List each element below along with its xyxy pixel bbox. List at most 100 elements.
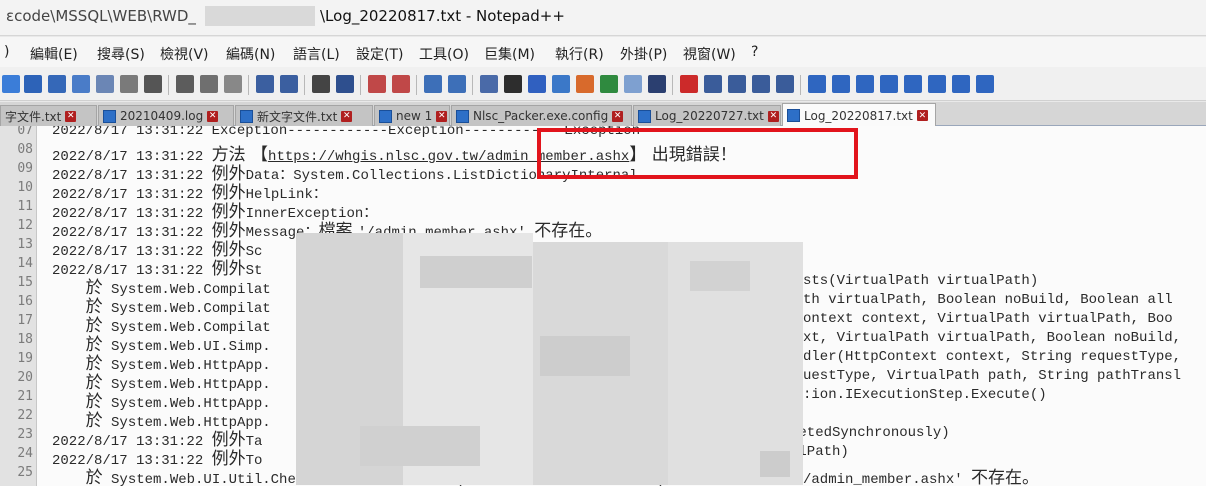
file-icon	[456, 109, 469, 123]
save-icon[interactable]	[48, 75, 66, 93]
paste-icon[interactable]	[224, 75, 242, 93]
line-number: 19	[17, 351, 33, 366]
word-wrap-icon[interactable]	[480, 75, 498, 93]
close-all-icon[interactable]	[120, 75, 138, 93]
line-number: 07	[17, 126, 33, 138]
tab-label: new 1	[396, 109, 433, 123]
close-tab-icon[interactable]: ✕	[341, 110, 353, 122]
indent-guide-icon[interactable]	[528, 75, 546, 93]
line-number: 11	[17, 199, 33, 214]
redo-icon[interactable]	[280, 75, 298, 93]
compare-lines-icon[interactable]	[832, 75, 850, 93]
tab-new-text-file[interactable]: 字文件.txt ✕	[0, 105, 97, 126]
menu-item-settings[interactable]: 設定(T)	[356, 44, 403, 64]
zoom-in-icon[interactable]	[368, 75, 386, 93]
line-number: 20	[17, 370, 33, 385]
save-all-icon[interactable]	[72, 75, 90, 93]
menu-item-encoding[interactable]: 編碼(N)	[226, 44, 275, 64]
copy-icon[interactable]	[200, 75, 218, 93]
doc-map-icon[interactable]	[576, 75, 594, 93]
show-all-chars-icon[interactable]	[504, 75, 522, 93]
last-diff-icon[interactable]	[952, 75, 970, 93]
code-fragment: /admin_member.ashx' 不存在。	[803, 468, 1040, 486]
code-fragment: :ion.IExecutionStep.Execute()	[803, 387, 1047, 403]
menu-item-macro[interactable]: 巨集(M)	[484, 44, 535, 64]
line-number: 10	[17, 180, 33, 195]
save-macro-icon[interactable]	[776, 75, 794, 93]
replace-icon[interactable]	[336, 75, 354, 93]
close-tab-icon[interactable]: ✕	[767, 110, 779, 122]
menu-item-run[interactable]: 執行(R)	[555, 44, 604, 64]
menu-item-search[interactable]: 搜尋(S)	[97, 44, 145, 64]
menu-item-edit[interactable]: 編輯(E)	[30, 44, 78, 64]
file-icon	[379, 109, 392, 123]
tab-20210409-log[interactable]: 20210409.log ✕	[98, 105, 234, 126]
close-tab-icon[interactable]: ✕	[207, 110, 219, 122]
folder-workspace-icon[interactable]	[624, 75, 642, 93]
close-tab-icon[interactable]: ✕	[916, 110, 928, 121]
sync-horizontal-icon[interactable]	[448, 75, 466, 93]
find-icon[interactable]	[312, 75, 330, 93]
next-diff-icon[interactable]	[928, 75, 946, 93]
code-fragment: th virtualPath, Boolean noBuild, Boolean…	[803, 292, 1173, 308]
line-number: 22	[17, 408, 33, 423]
language-icon[interactable]	[552, 75, 570, 93]
compare-icon[interactable]	[808, 75, 826, 93]
close-tab-icon[interactable]: ✕	[612, 110, 624, 122]
toolbar-separator	[416, 75, 417, 95]
record-macro-icon[interactable]	[680, 75, 698, 93]
compare-options-icon[interactable]	[976, 75, 994, 93]
tab-new-text-document[interactable]: 新文字文件.txt ✕	[235, 105, 373, 126]
error-highlight-box	[537, 128, 858, 179]
code-fragment: dler(HttpContext context, String request…	[803, 349, 1182, 365]
tab-label: Log_20220727.txt	[655, 109, 764, 123]
print-icon[interactable]	[144, 75, 162, 93]
file-icon	[638, 109, 651, 123]
tab-log-20220817[interactable]: Log_20220817.txt ✕	[782, 103, 936, 127]
menu-item-language[interactable]: 語言(L)	[293, 44, 340, 64]
menu-item-file[interactable]: )	[4, 44, 9, 60]
close-tab-icon[interactable]: ✕	[65, 110, 77, 122]
cut-icon[interactable]	[176, 75, 194, 93]
line-number: 09	[17, 161, 33, 176]
close-icon[interactable]	[96, 75, 114, 93]
undo-icon[interactable]	[256, 75, 274, 93]
toolbar-separator	[360, 75, 361, 95]
line-number: 14	[17, 256, 33, 271]
toolbar-separator	[672, 75, 673, 95]
stop-macro-icon[interactable]	[704, 75, 722, 93]
first-diff-icon[interactable]	[880, 75, 898, 93]
tab-new-1[interactable]: new 1 ✕	[374, 105, 450, 126]
menu-item-view[interactable]: 檢視(V)	[160, 44, 209, 64]
monitoring-icon[interactable]	[648, 75, 666, 93]
tab-log-20220727[interactable]: Log_20220727.txt ✕	[633, 105, 781, 126]
compare-navigate-icon[interactable]	[856, 75, 874, 93]
play-macro-icon[interactable]	[728, 75, 746, 93]
new-file-icon[interactable]	[2, 75, 20, 93]
redaction-block	[360, 426, 480, 466]
close-tab-icon[interactable]: ✕	[436, 110, 448, 122]
toolbar-separator	[304, 75, 305, 95]
toolbar	[0, 67, 1206, 101]
menu-item-help[interactable]: ?	[751, 44, 758, 60]
line-number: 13	[17, 237, 33, 252]
toolbar-separator	[168, 75, 169, 95]
sync-vertical-icon[interactable]	[424, 75, 442, 93]
file-icon	[787, 109, 800, 122]
menu-bar: ) 編輯(E) 搜尋(S) 檢視(V) 編碼(N) 語言(L) 設定(T) 工具…	[0, 37, 1206, 67]
menu-item-tools[interactable]: 工具(O)	[419, 44, 469, 64]
menu-item-plugins[interactable]: 外掛(P)	[620, 44, 667, 64]
editor-area[interactable]: 07 08 09 10 11 12 13 14 15 16 17 18 19 2…	[0, 126, 1206, 486]
toolbar-separator	[248, 75, 249, 95]
tab-label: Log_20220817.txt	[804, 108, 913, 123]
run-macro-multiple-icon[interactable]	[752, 75, 770, 93]
menu-item-window[interactable]: 視窗(W)	[683, 44, 736, 64]
prev-diff-icon[interactable]	[904, 75, 922, 93]
zoom-out-icon[interactable]	[392, 75, 410, 93]
tab-nlsc-packer-config[interactable]: Nlsc_Packer.exe.config ✕	[451, 105, 632, 126]
open-file-icon[interactable]	[24, 75, 42, 93]
window-title: \Log_20220817.txt - Notepad++	[320, 7, 565, 25]
code-fragment: sts(VirtualPath virtualPath)	[803, 273, 1039, 289]
code-fragment: xt, VirtualPath virtualPath, Boolean noB…	[803, 330, 1182, 346]
function-list-icon[interactable]	[600, 75, 618, 93]
